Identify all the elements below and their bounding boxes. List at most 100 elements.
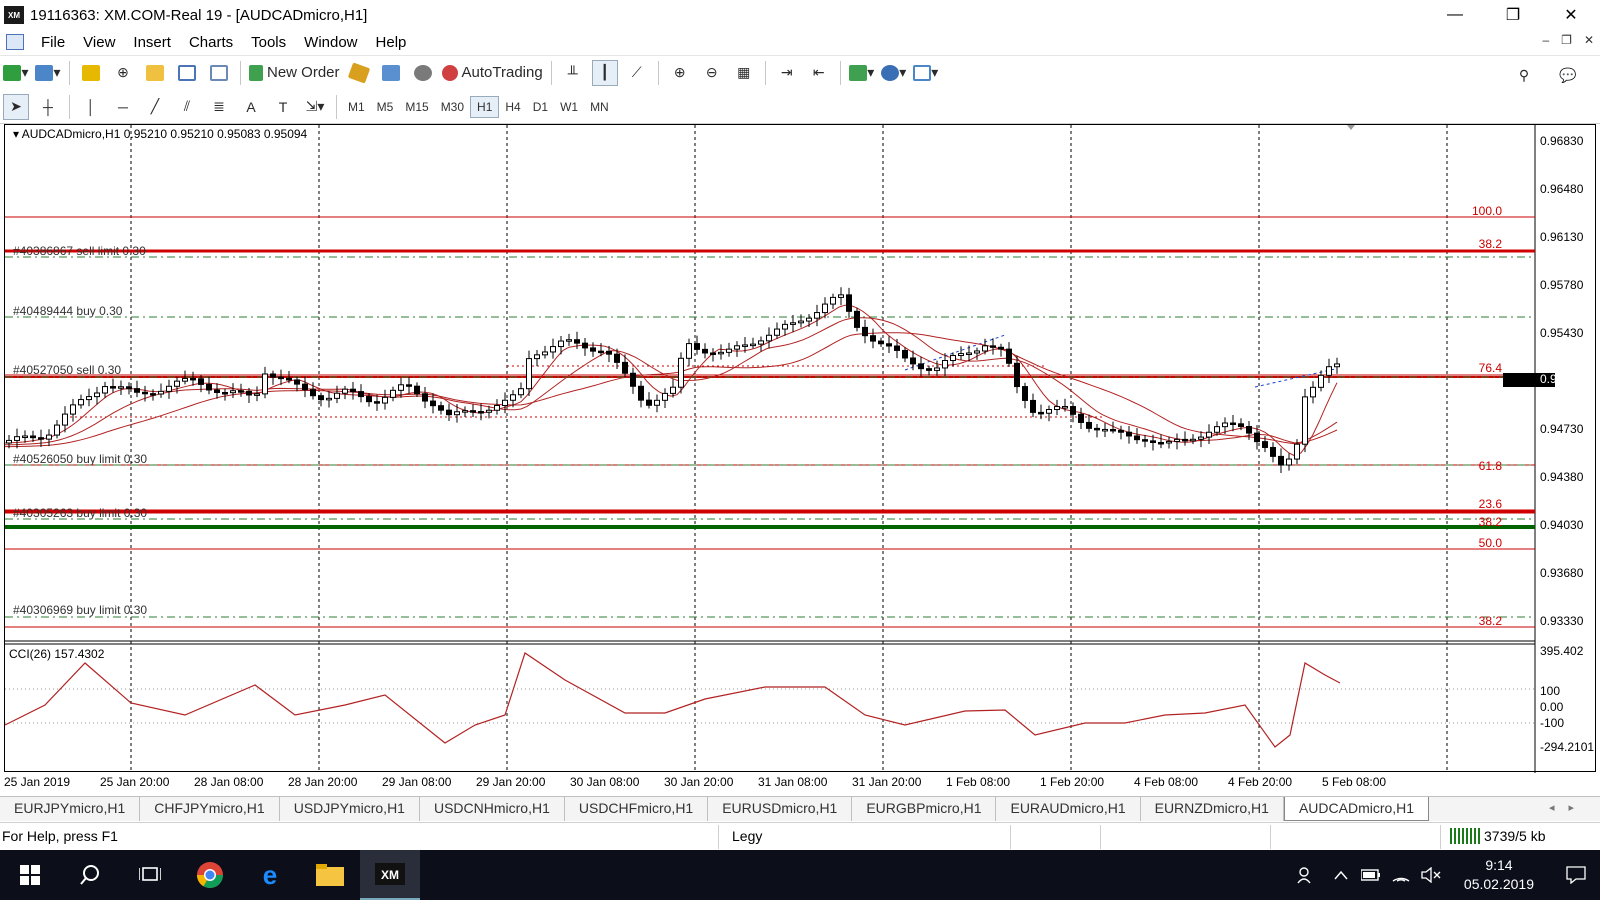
tab-eurgbp[interactable]: EURGBPmicro,H1 <box>852 797 997 821</box>
tf-d1[interactable]: D1 <box>527 97 554 117</box>
vertical-line-icon[interactable]: │ <box>78 94 104 120</box>
signals-icon[interactable] <box>410 60 436 86</box>
tf-mn[interactable]: MN <box>584 97 615 117</box>
candle-body <box>1294 443 1300 460</box>
tab-usdchf[interactable]: USDCHFmicro,H1 <box>565 797 709 821</box>
windows-start-icon[interactable] <box>0 850 60 900</box>
tf-m15[interactable]: M15 <box>399 97 434 117</box>
search-icon[interactable]: ⚲ <box>1511 62 1537 88</box>
tf-h1[interactable]: H1 <box>470 95 500 118</box>
candle-body <box>1270 446 1276 457</box>
candle-body <box>94 392 100 398</box>
periods-button[interactable]: ▾ <box>881 60 907 86</box>
profiles-button[interactable]: ▾ <box>35 60 61 86</box>
cursor-icon[interactable]: ➤ <box>3 93 29 120</box>
auto-scroll-icon[interactable]: ⇥ <box>774 60 800 86</box>
order-label-buy-limit-1[interactable]: #40526050 buy limit 0.30 <box>13 452 147 466</box>
tab-eurjpy[interactable]: EURJPYmicro,H1 <box>0 797 141 821</box>
new-chart-button[interactable]: ▾ <box>3 60 29 86</box>
order-label-sell[interactable]: #40527050 sell 0.30 <box>13 363 121 377</box>
arrows-icon[interactable]: ⇲▾ <box>302 94 328 120</box>
candle-body <box>502 399 508 407</box>
tab-usdjpy[interactable]: USDJPYmicro,H1 <box>280 797 420 821</box>
tab-eurnzd[interactable]: EURNZDmicro,H1 <box>1141 797 1284 821</box>
menu-view[interactable]: View <box>74 34 124 51</box>
candlesticks-icon[interactable]: ┃ <box>591 59 618 86</box>
menu-tools[interactable]: Tools <box>242 34 295 51</box>
menu-insert[interactable]: Insert <box>124 34 180 51</box>
chrome-icon[interactable] <box>180 850 240 900</box>
file-explorer-icon[interactable] <box>300 850 360 900</box>
data-window-icon[interactable]: ⊕ <box>110 60 136 86</box>
tf-m1[interactable]: M1 <box>342 97 371 117</box>
zoom-in-icon[interactable]: ⊕ <box>667 60 693 86</box>
tile-windows-icon[interactable]: ▦ <box>731 60 757 86</box>
price-tick: 0.95780 <box>1540 278 1584 292</box>
volume-muted-icon[interactable] <box>1416 850 1446 900</box>
navigator-icon[interactable] <box>142 60 168 86</box>
zoom-out-icon[interactable]: ⊖ <box>699 60 725 86</box>
strategy-tester-icon[interactable] <box>206 60 232 86</box>
system-clock[interactable]: 9:14 05.02.2019 <box>1464 856 1534 894</box>
edge-icon[interactable]: e <box>240 850 300 900</box>
cci-tick: 100 <box>1540 684 1561 698</box>
tf-m30[interactable]: M30 <box>435 97 470 117</box>
market-watch-icon[interactable] <box>78 60 104 86</box>
indicators-button[interactable]: ▾ <box>849 60 875 86</box>
chart-shift-icon[interactable]: ⇤ <box>806 60 832 86</box>
order-label-buy-limit-3[interactable]: #40306969 buy limit 0.30 <box>13 603 147 617</box>
close-button[interactable]: ✕ <box>1542 0 1600 30</box>
tab-scroll-arrows[interactable]: ◂▸ <box>1549 801 1588 814</box>
minimize-button[interactable]: — <box>1426 0 1484 30</box>
mdi-minimize-button[interactable]: – <box>1542 33 1549 47</box>
tab-usdcnh[interactable]: USDCNHmicro,H1 <box>420 797 565 821</box>
chevron-up-icon[interactable] <box>1326 850 1356 900</box>
tf-w1[interactable]: W1 <box>554 97 584 117</box>
battery-icon[interactable] <box>1356 850 1386 900</box>
wifi-icon[interactable] <box>1386 850 1416 900</box>
order-label-sell-limit[interactable]: #40386867 sell limit 0.30 <box>13 244 146 258</box>
tab-audcad[interactable]: AUDCADmicro,H1 <box>1283 797 1430 821</box>
new-order-button[interactable]: New Order <box>249 60 340 86</box>
line-chart-icon[interactable]: ⟋ <box>624 60 650 86</box>
menu-charts[interactable]: Charts <box>180 34 242 51</box>
menu-window[interactable]: Window <box>295 34 366 51</box>
tab-euraud[interactable]: EURAUDmicro,H1 <box>996 797 1141 821</box>
bar-chart-icon[interactable]: ╨ <box>560 60 586 86</box>
chart-window-icon[interactable] <box>6 34 24 50</box>
search-icon[interactable] <box>60 850 120 900</box>
chat-icon[interactable]: 💬 <box>1555 62 1581 88</box>
text-label-icon[interactable]: T <box>270 94 296 120</box>
candle-body <box>462 410 468 413</box>
notifications-icon[interactable] <box>1552 850 1600 900</box>
fibonacci-icon[interactable]: ≣ <box>206 94 232 120</box>
tf-m5[interactable]: M5 <box>371 97 400 117</box>
terminal-icon[interactable] <box>174 60 200 86</box>
tab-chfjpy[interactable]: CHFJPYmicro,H1 <box>140 797 280 821</box>
equidistant-channel-icon[interactable]: ⫽ <box>174 94 200 120</box>
task-view-icon[interactable] <box>120 850 180 900</box>
metaeditor-icon[interactable] <box>346 60 372 86</box>
templates-button[interactable]: ▾ <box>913 60 939 86</box>
text-icon[interactable]: A <box>238 94 264 120</box>
tf-h4[interactable]: H4 <box>499 97 526 117</box>
options-icon[interactable] <box>378 60 404 86</box>
mdi-restore-button[interactable]: ❐ <box>1561 33 1572 47</box>
xm-terminal-taskbar-icon[interactable]: XM <box>360 850 420 900</box>
maximize-button[interactable]: ❐ <box>1484 0 1542 30</box>
chart-canvas[interactable]: ▾ AUDCADmicro,H1 0.95210 0.95210 0.95083… <box>4 125 1597 773</box>
chart-window[interactable]: ▾ AUDCADmicro,H1 0.95210 0.95210 0.95083… <box>4 124 1597 773</box>
order-label-buy-limit-2[interactable]: #40305263 buy limit 0.30 <box>13 506 147 520</box>
people-icon[interactable] <box>1286 850 1326 900</box>
menu-help[interactable]: Help <box>367 34 416 51</box>
crosshair-icon[interactable]: ┼ <box>35 94 61 120</box>
order-label-buy[interactable]: #40489444 buy 0.30 <box>13 304 123 318</box>
trendline-icon[interactable]: ╱ <box>142 94 168 120</box>
tab-eurusd[interactable]: EURUSDmicro,H1 <box>708 797 853 821</box>
candle-body <box>782 323 788 330</box>
mdi-close-button[interactable]: ✕ <box>1584 33 1594 47</box>
candle-body <box>694 343 700 350</box>
horizontal-line-icon[interactable]: ─ <box>110 94 136 120</box>
autotrading-button[interactable]: AutoTrading <box>441 60 543 86</box>
menu-file[interactable]: File <box>32 34 74 51</box>
